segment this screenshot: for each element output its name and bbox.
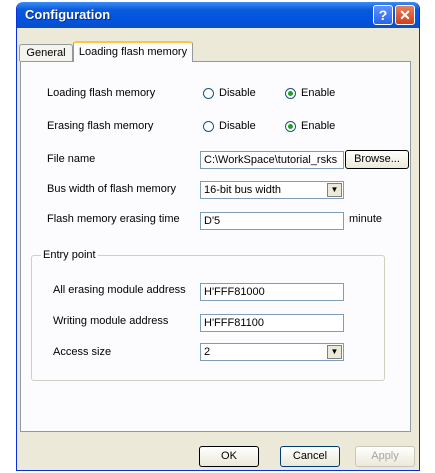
erase-time-unit: minute [349,213,383,225]
file-name-input[interactable]: C:\WorkSpace\tutorial_rsks [200,151,344,169]
file-name-label: File name [47,153,96,165]
bus-width-label: Bus width of flash memory [47,183,176,195]
erasing-flash-disable-label[interactable]: Disable [219,120,256,132]
loading-flash-disable-label[interactable]: Disable [219,87,256,99]
cancel-button[interactable]: Cancel [280,446,340,467]
title-bar[interactable]: Configuration ? ✕ [17,2,419,28]
browse-button[interactable]: Browse... [345,150,409,169]
loading-flash-enable-radio[interactable] [285,88,296,99]
bus-width-value: 16-bit bus width [204,184,282,196]
close-button[interactable]: ✕ [395,5,415,25]
window-title: Configuration [25,7,111,22]
erase-module-input[interactable]: H'FFF81000 [200,283,344,301]
apply-button[interactable]: Apply [355,446,415,467]
erasing-flash-label: Erasing flash memory [47,120,154,132]
chevron-down-icon[interactable]: ▼ [327,345,342,359]
erase-time-input[interactable]: D'5 [200,212,344,230]
access-size-combo[interactable]: 2 ▼ [200,343,344,361]
help-button[interactable]: ? [373,5,393,25]
tab-loading-flash-memory[interactable]: Loading flash memory [73,41,193,62]
access-size-value: 2 [204,346,211,358]
loading-flash-disable-radio[interactable] [203,88,214,99]
erasing-flash-enable-radio[interactable] [285,121,296,132]
chevron-down-icon[interactable]: ▼ [327,183,342,197]
tab-general[interactable]: General [19,44,73,61]
access-size-label: Access size [53,346,112,358]
erasing-flash-disable-radio[interactable] [203,121,214,132]
ok-button[interactable]: OK [199,446,259,467]
loading-flash-label: Loading flash memory [47,87,156,99]
loading-flash-enable-label[interactable]: Enable [301,87,335,99]
bus-width-combo[interactable]: 16-bit bus width ▼ [200,181,344,199]
erase-time-label: Flash memory erasing time [47,213,180,225]
write-module-label: Writing module address [53,315,169,327]
erasing-flash-enable-label[interactable]: Enable [301,120,335,132]
erase-module-label: All erasing module address [53,284,186,296]
write-module-input[interactable]: H'FFF81100 [200,314,344,332]
entry-point-title: Entry point [41,249,98,261]
